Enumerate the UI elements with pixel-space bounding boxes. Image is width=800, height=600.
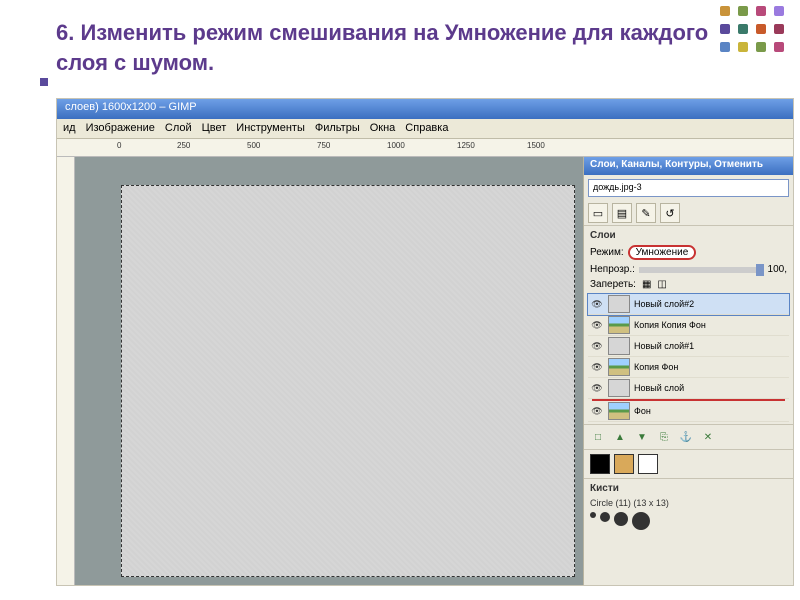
canvas[interactable] xyxy=(121,185,575,577)
layer-item[interactable]: 👁 Фон xyxy=(588,401,789,422)
layer-thumbnail xyxy=(608,379,630,397)
horizontal-ruler: 0 250 500 750 1000 1250 1500 xyxy=(57,139,793,157)
lock-pixels-icon[interactable]: ▦ xyxy=(642,279,651,290)
layer-name[interactable]: Копия Фон xyxy=(634,362,787,372)
tab-paths-icon[interactable]: ✎ xyxy=(636,203,656,223)
bullet-icon xyxy=(40,78,48,86)
layer-item[interactable]: 👁 Копия Копия Фон xyxy=(588,315,789,336)
brush-preset[interactable] xyxy=(614,512,628,526)
dock-tabs: ▭ ▤ ✎ ↺ xyxy=(584,201,793,225)
menu-item[interactable]: Фильтры xyxy=(315,122,360,135)
lock-label: Запереть: xyxy=(590,279,636,290)
layers-list: 👁 Новый слой#2 👁 Копия Копия Фон 👁 Новый… xyxy=(584,292,793,424)
color-swatches xyxy=(584,449,793,478)
slide-decoration-dots xyxy=(720,6,786,54)
menu-item[interactable]: Окна xyxy=(370,122,396,135)
layers-dock: Слои, Каналы, Контуры, Отменить дождь.jp… xyxy=(583,157,793,585)
visibility-toggle-icon[interactable]: 👁 xyxy=(590,299,604,310)
canvas-area[interactable] xyxy=(57,157,583,585)
blend-mode-label: Режим: xyxy=(590,247,624,258)
raise-layer-button[interactable]: ▲ xyxy=(612,429,628,445)
menu-item[interactable]: Инструменты xyxy=(236,122,305,135)
swatch[interactable] xyxy=(638,454,658,474)
image-selector[interactable]: дождь.jpg-3 xyxy=(588,179,789,197)
opacity-label: Непрозр.: xyxy=(590,264,635,275)
visibility-toggle-icon[interactable]: 👁 xyxy=(590,320,604,331)
opacity-slider[interactable] xyxy=(639,267,764,273)
tab-layers-icon[interactable]: ▭ xyxy=(588,203,608,223)
layer-actions: □ ▲ ▼ ⎘ ⚓ ✕ xyxy=(584,424,793,449)
layer-thumbnail xyxy=(608,358,630,376)
blend-mode-dropdown[interactable]: Умножение xyxy=(628,245,697,260)
menu-item[interactable]: ид xyxy=(63,122,76,135)
brush-preset[interactable] xyxy=(590,512,596,518)
layer-item[interactable]: 👁 Новый слой#1 xyxy=(588,336,789,357)
dock-title: Слои, Каналы, Контуры, Отменить xyxy=(584,157,793,175)
visibility-toggle-icon[interactable]: 👁 xyxy=(590,362,604,373)
menubar[interactable]: ид Изображение Слой Цвет Инструменты Фил… xyxy=(57,119,793,139)
tab-channels-icon[interactable]: ▤ xyxy=(612,203,632,223)
anchor-layer-button[interactable]: ⚓ xyxy=(678,429,694,445)
layer-name[interactable]: Новый слой#2 xyxy=(634,299,787,309)
swatch[interactable] xyxy=(614,454,634,474)
layer-thumbnail xyxy=(608,337,630,355)
layer-name[interactable]: Новый слой#1 xyxy=(634,341,787,351)
visibility-toggle-icon[interactable]: 👁 xyxy=(590,341,604,352)
layer-item[interactable]: 👁 Копия Фон xyxy=(588,357,789,378)
vertical-ruler xyxy=(57,157,75,585)
gimp-window: слоев) 1600x1200 – GIMP ид Изображение С… xyxy=(56,98,794,586)
lock-alpha-icon[interactable]: ◫ xyxy=(657,279,666,290)
window-titlebar: слоев) 1600x1200 – GIMP xyxy=(57,99,793,119)
brushes-panel-label: Кисти xyxy=(584,478,793,496)
layer-name[interactable]: Новый слой xyxy=(634,383,787,393)
layer-thumbnail xyxy=(608,402,630,420)
menu-item[interactable]: Слой xyxy=(165,122,192,135)
layer-name[interactable]: Фон xyxy=(634,406,787,416)
tab-undo-icon[interactable]: ↺ xyxy=(660,203,680,223)
opacity-value: 100, xyxy=(768,264,787,275)
menu-item[interactable]: Изображение xyxy=(86,122,155,135)
layer-thumbnail xyxy=(608,316,630,334)
layer-item[interactable]: 👁 Новый слой xyxy=(588,378,789,399)
brush-info: Circle (11) (13 x 13) xyxy=(584,496,793,510)
layer-name[interactable]: Копия Копия Фон xyxy=(634,320,787,330)
brush-preset[interactable] xyxy=(600,512,610,522)
layer-thumbnail xyxy=(608,295,630,313)
visibility-toggle-icon[interactable]: 👁 xyxy=(590,406,604,417)
brush-preset[interactable] xyxy=(632,512,650,530)
brush-list xyxy=(584,510,793,532)
swatch[interactable] xyxy=(590,454,610,474)
menu-item[interactable]: Справка xyxy=(405,122,448,135)
menu-item[interactable]: Цвет xyxy=(202,122,227,135)
duplicate-layer-button[interactable]: ⎘ xyxy=(656,429,672,445)
lower-layer-button[interactable]: ▼ xyxy=(634,429,650,445)
slide-title: 6. Изменить режим смешивания на Умножени… xyxy=(0,0,800,85)
layer-item[interactable]: 👁 Новый слой#2 xyxy=(588,294,789,315)
visibility-toggle-icon[interactable]: 👁 xyxy=(590,383,604,394)
layers-panel-label: Слои xyxy=(584,225,793,243)
delete-layer-button[interactable]: ✕ xyxy=(700,429,716,445)
new-layer-button[interactable]: □ xyxy=(590,429,606,445)
